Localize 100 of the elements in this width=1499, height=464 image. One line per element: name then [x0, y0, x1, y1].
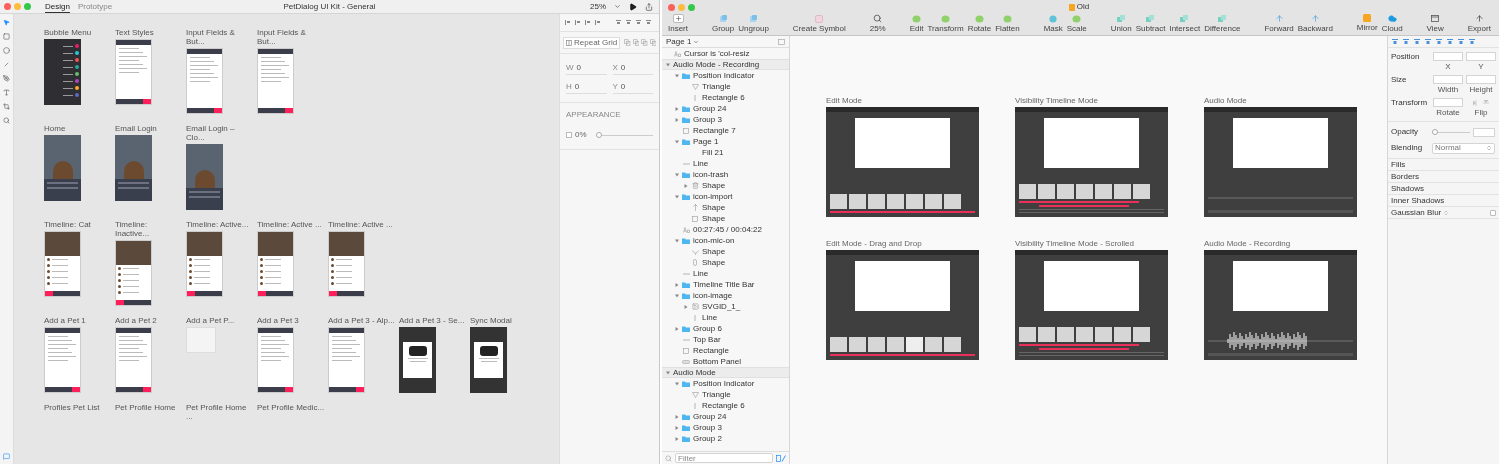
layer-name[interactable]: SVGID_1_: [702, 301, 741, 312]
toolbar-button[interactable]: Difference: [1204, 14, 1241, 33]
artboard-label[interactable]: Home: [44, 124, 112, 133]
number-field[interactable]: 0: [620, 81, 653, 93]
artboard-label[interactable]: Add a Pet 1: [44, 316, 112, 325]
artboard-label[interactable]: Visibility Timeline Mode - Scrolled: [1015, 239, 1168, 248]
disclosure-down-icon[interactable]: [674, 194, 679, 199]
toolbar-button[interactable]: Insert: [668, 14, 688, 33]
align-icon[interactable]: [1436, 38, 1442, 45]
layer-name[interactable]: Group 24: [693, 103, 727, 114]
boolean-icon[interactable]: [632, 39, 640, 46]
layer-name[interactable]: Shape: [702, 246, 726, 257]
disclosure-right-icon[interactable]: [674, 282, 679, 287]
panel-toggle-icon[interactable]: [778, 38, 785, 45]
tab[interactable]: Design: [45, 0, 70, 13]
layer-name[interactable]: Triangle: [702, 389, 731, 400]
align-icon[interactable]: [1458, 38, 1464, 45]
layer-name[interactable]: Top Bar: [693, 334, 721, 345]
layer-name[interactable]: Rectangle 6: [702, 92, 745, 103]
align-icon[interactable]: [1447, 38, 1453, 45]
section-heading[interactable]: Shadows: [1391, 182, 1424, 195]
artboard-label[interactable]: Input Fields & But...: [186, 28, 254, 46]
disclosure-right-icon[interactable]: [683, 304, 688, 309]
artboard-label[interactable]: Edit Mode - Drag and Drop: [826, 239, 979, 248]
checkbox[interactable]: [566, 132, 572, 138]
layer-name[interactable]: Cursor is 'col-resiz: [684, 48, 750, 59]
toolbar-button[interactable]: Edit: [909, 14, 924, 33]
artboard-label[interactable]: Pet Profile Home ...: [186, 403, 254, 421]
section-heading[interactable]: Fills: [1391, 158, 1406, 171]
toolbar-button[interactable]: Rotate: [967, 14, 992, 33]
checkbox[interactable]: [1490, 209, 1496, 216]
artboard-label[interactable]: Add a Pet 3 - Se...: [399, 316, 467, 325]
artboard-label[interactable]: Visibility Timeline Mode: [1015, 96, 1168, 105]
align-icon[interactable]: [594, 19, 601, 26]
artboard-name[interactable]: Audio Mode: [673, 367, 716, 378]
chat-icon[interactable]: [3, 453, 10, 460]
layer-name[interactable]: Shape: [702, 257, 726, 268]
disclosure-down-icon[interactable]: [674, 139, 679, 144]
number-field[interactable]: [1433, 52, 1463, 61]
layer-name[interactable]: Timeline Title Bar: [693, 279, 755, 290]
distribute-icon[interactable]: [625, 19, 632, 26]
disclosure-right-icon[interactable]: [674, 106, 679, 111]
align-icon[interactable]: [1392, 38, 1398, 45]
artboard-row[interactable]: Audio Mode - Recording: [662, 59, 789, 70]
toolbar-button[interactable]: Forward: [1264, 14, 1294, 33]
disclosure-down-icon[interactable]: [674, 73, 679, 78]
toolbar-button[interactable]: Intersect: [1169, 14, 1201, 33]
disclosure-down-icon[interactable]: [674, 293, 679, 298]
slider-thumb[interactable]: [1432, 129, 1438, 135]
artboard-label[interactable]: Input Fields & But...: [257, 28, 325, 46]
layer-name[interactable]: icon-mic-on: [693, 235, 735, 246]
layer-name[interactable]: Group 3: [693, 422, 722, 433]
artboard-label[interactable]: Audio Mode: [1204, 96, 1357, 105]
boolean-icon[interactable]: [641, 39, 648, 46]
artboard-label[interactable]: Add a Pet P...: [186, 316, 254, 325]
layer-name[interactable]: Position Indicator: [693, 70, 755, 81]
window-zoom-button[interactable]: [688, 3, 695, 11]
layer-name[interactable]: icon-image: [693, 290, 733, 301]
toolbar-button[interactable]: Union: [1110, 14, 1132, 33]
artboard-label[interactable]: Pet Profile Medic...: [257, 403, 325, 412]
toolbar-button[interactable]: Cloud: [1381, 14, 1403, 33]
window-close-button[interactable]: [668, 3, 675, 11]
section-heading[interactable]: Inner Shadows: [1391, 194, 1445, 207]
toolbar-button[interactable]: View: [1426, 14, 1444, 33]
align-icon[interactable]: [1469, 38, 1475, 45]
number-field[interactable]: 0: [576, 62, 607, 74]
disclosure-down-icon[interactable]: [665, 62, 670, 67]
layer-name[interactable]: Shape: [702, 213, 726, 224]
layer-name[interactable]: icon-import: [693, 191, 733, 202]
align-icon[interactable]: [574, 19, 581, 26]
layer-name[interactable]: Group 6: [693, 323, 722, 334]
artboard-label[interactable]: Text Styles: [115, 28, 183, 37]
flip-vertical-icon[interactable]: [1483, 99, 1489, 106]
layer-name[interactable]: Bottom Panel: [693, 356, 742, 367]
distribute-icon[interactable]: [635, 19, 642, 26]
rectangle-tool-icon[interactable]: [3, 33, 10, 40]
pen-tool-icon[interactable]: [3, 75, 10, 82]
align-icon[interactable]: [1403, 38, 1409, 45]
layer-name[interactable]: Rectangle 6: [702, 400, 745, 411]
artboard-label[interactable]: Timeline: Cat: [44, 220, 112, 229]
disclosure-down-icon[interactable]: [674, 172, 679, 177]
layer-name[interactable]: Fill 21: [702, 147, 724, 158]
layer-name[interactable]: Triangle: [702, 81, 731, 92]
share-icon[interactable]: [645, 2, 653, 11]
layer-name[interactable]: Rectangle 7: [693, 125, 736, 136]
layer-name[interactable]: Shape: [702, 180, 726, 191]
align-icon[interactable]: [564, 19, 571, 26]
up-down-icon[interactable]: [1443, 209, 1450, 216]
play-icon[interactable]: [629, 2, 637, 11]
toolbar-button[interactable]: Ungroup: [738, 14, 769, 33]
align-icon[interactable]: [1414, 38, 1420, 45]
zoom-dropdown[interactable]: 25%: [590, 0, 621, 13]
layer-name[interactable]: icon-trash: [693, 169, 729, 180]
number-field[interactable]: 0: [620, 62, 653, 74]
artboard-label[interactable]: Timeline: Active ...: [257, 220, 325, 229]
zoom-tool-icon[interactable]: [3, 117, 10, 124]
number-field[interactable]: [1466, 75, 1496, 84]
slider-thumb[interactable]: [595, 132, 602, 138]
opacity-field[interactable]: [1473, 127, 1495, 137]
disclosure-down-icon[interactable]: [674, 381, 679, 386]
